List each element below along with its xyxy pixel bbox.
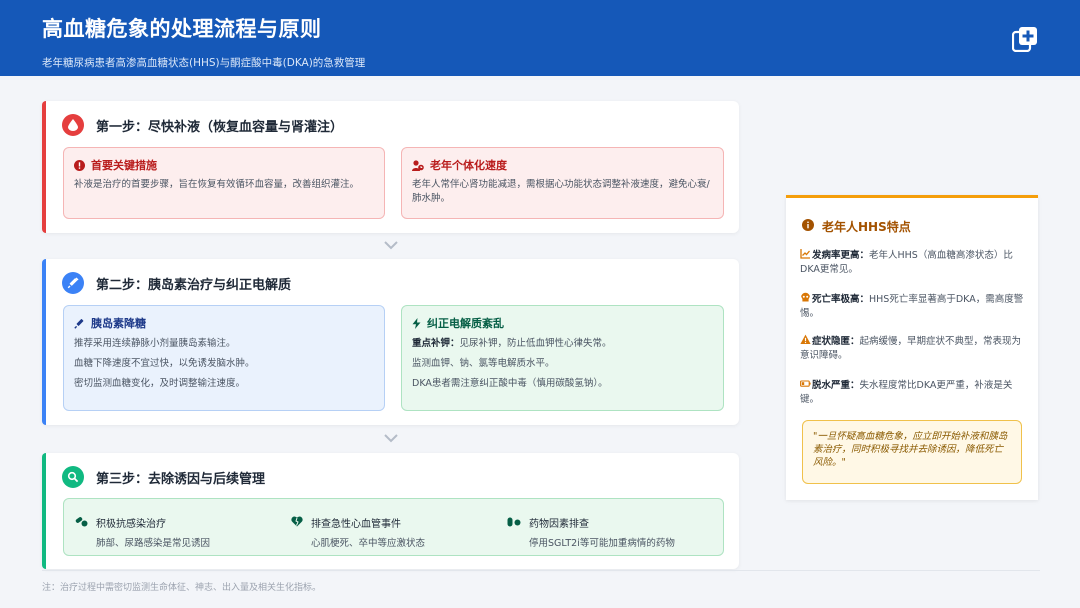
feature-hidden-symptoms: 症状隐匿：起病缓慢，早期症状不典型，常表现为意识障碍。 bbox=[800, 334, 1026, 363]
step-2-electrolyte-box: 纠正电解质紊乱 重点补钾：见尿补钾，防止低血钾性心律失常。 监测血钾、钠、氯等电… bbox=[401, 305, 724, 411]
page-subtitle: 老年糖尿病患者高渗高血糖状态(HHS)与酮症酸中毒(DKA)的急救管理 bbox=[42, 57, 366, 69]
hhs-quote: "一旦怀疑高血糖危象，应立即开始补液和胰岛素治疗，同时积极寻找并去除诱因，降低死… bbox=[802, 420, 1022, 484]
step-3-item-1-title: 积极抗感染治疗 bbox=[96, 519, 166, 530]
step-3-item-1-desc: 肺部、尿路感染是常见诱因 bbox=[96, 538, 211, 549]
footer-divider bbox=[42, 570, 1040, 571]
electrolyte-lead: 重点补钾： bbox=[412, 338, 460, 349]
electrolyte-line-2: 监测血钾、钠、氯等电解质水平。 bbox=[412, 358, 555, 369]
chevron-down-icon bbox=[384, 241, 398, 250]
elderly-speed-text: 老年人常伴心肾功能减退，需根据心功能状态调整补液速度，避免心衰/肺水肿。 bbox=[412, 179, 710, 204]
hhs-panel-header: 老年人HHS特点 bbox=[802, 218, 911, 235]
search-icon bbox=[62, 466, 84, 488]
feature-dehydration: 脱水严重：失水程度常比DKA更严重，补液是关键。 bbox=[800, 378, 1026, 407]
chart-line-icon bbox=[800, 249, 810, 259]
medical-plus-icon bbox=[1012, 27, 1037, 52]
insulin-title: 胰岛素降糖 bbox=[91, 317, 146, 330]
key-measure-text: 补液是治疗的首要步骤，旨在恢复有效循环血容量，改善组织灌注。 bbox=[74, 179, 360, 190]
step-3-item-cardio: 排查急性心血管事件 心肌梗死、卒中等应激状态 bbox=[291, 515, 425, 549]
step-2-title: 第二步：胰岛素治疗与纠正电解质 bbox=[96, 277, 292, 293]
syringe-small-icon bbox=[74, 318, 84, 329]
step-1-header: 第一步：尽快补液（恢复血容量与肾灌注） bbox=[62, 114, 343, 136]
chevron-down-icon bbox=[384, 434, 398, 443]
electrolyte-line-1: 重点补钾：见尿补钾，防止低血钾性心律失常。 bbox=[412, 337, 713, 351]
step-3-item-infection: 积极抗感染治疗 肺部、尿路感染是常见诱因 bbox=[75, 515, 210, 549]
step-3-item-2-title: 排查急性心血管事件 bbox=[311, 519, 401, 530]
footnote: 注：治疗过程中需密切监测生命体征、神志、出入量及相关生化指标。 bbox=[42, 583, 322, 593]
step-3-item-3-desc: 停用SGLT2i等可能加重病情的药物 bbox=[529, 538, 675, 549]
step-2-card: 第二步：胰岛素治疗与纠正电解质 胰岛素降糖 推荐采用连续静脉小剂量胰岛素输注。 … bbox=[42, 259, 739, 425]
step-3-item-drug: 药物因素排查 停用SGLT2i等可能加重病情的药物 bbox=[507, 515, 675, 549]
step-1-title: 第一步：尽快补液（恢复血容量与肾灌注） bbox=[96, 119, 344, 135]
step-3-accent bbox=[42, 453, 46, 569]
skull-icon bbox=[801, 292, 810, 302]
warning-icon bbox=[800, 334, 811, 344]
step-3-card: 第三步：去除诱因与后续管理 积极抗感染治疗 肺部、尿路感染是常见诱因 排查急性心… bbox=[42, 453, 739, 569]
hhs-features-panel: 老年人HHS特点 发病率更高：老年人HHS（高血糖高渗状态）比DKA更常见。 死… bbox=[786, 195, 1038, 500]
feature-2-label: 死亡率极高： bbox=[812, 294, 870, 305]
user-clock-icon bbox=[412, 159, 424, 171]
electrolyte-title: 纠正电解质紊乱 bbox=[427, 317, 504, 330]
insulin-line-3: 密切监测血糖变化，及时调整输注速度。 bbox=[74, 378, 246, 389]
step-1-accent bbox=[42, 101, 46, 233]
feature-mortality: 死亡率极高：HHS死亡率显著高于DKA，需高度警惕。 bbox=[800, 292, 1026, 321]
feature-3-label: 症状隐匿： bbox=[812, 336, 860, 347]
step-3-title: 第三步：去除诱因与后续管理 bbox=[96, 471, 266, 487]
blood-drop-icon bbox=[62, 114, 84, 136]
feature-1-label: 发病率更高： bbox=[812, 250, 870, 261]
step-3-header: 第三步：去除诱因与后续管理 bbox=[62, 466, 265, 488]
capsules-icon bbox=[507, 517, 521, 527]
alert-circle-icon bbox=[74, 159, 85, 171]
page-title: 高血糖危象的处理流程与原则 bbox=[42, 17, 322, 41]
step-1-elderly-speed-box: 老年个体化速度 老年人常伴心肾功能减退，需根据心功能状态调整补液速度，避免心衰/… bbox=[401, 147, 724, 219]
insulin-line-1: 推荐采用连续静脉小剂量胰岛素输注。 bbox=[74, 338, 236, 349]
electrolyte-line-3: DKA患者需注意纠正酸中毒（慎用碳酸氢钠）。 bbox=[412, 378, 608, 389]
lightning-bolt-icon bbox=[412, 317, 421, 329]
step-3-item-2-desc: 心肌梗死、卒中等应激状态 bbox=[311, 538, 426, 549]
electrolyte-line-1-text: 见尿补钾，防止低血钾性心律失常。 bbox=[459, 338, 612, 349]
feature-4-label: 脱水严重： bbox=[812, 380, 860, 391]
pills-icon bbox=[75, 517, 88, 527]
step-2-accent bbox=[42, 259, 46, 425]
insulin-line-2: 血糖下降速度不宜过快，以免诱发脑水肿。 bbox=[74, 358, 255, 369]
step-1-card: 第一步：尽快补液（恢复血容量与肾灌注） 首要关键措施 补液是治疗的首要步骤，旨在… bbox=[42, 101, 739, 233]
step-3-item-3-title: 药物因素排查 bbox=[529, 519, 589, 530]
step-3-items-box: 积极抗感染治疗 肺部、尿路感染是常见诱因 排查急性心血管事件 心肌梗死、卒中等应… bbox=[63, 498, 724, 556]
header: 高血糖危象的处理流程与原则 老年糖尿病患者高渗高血糖状态(HHS)与酮症酸中毒(… bbox=[0, 0, 1080, 76]
battery-low-icon bbox=[800, 380, 811, 387]
elderly-speed-title: 老年个体化速度 bbox=[430, 159, 507, 172]
step-2-header: 第二步：胰岛素治疗与纠正电解质 bbox=[62, 272, 291, 294]
step-1-key-measure-box: 首要关键措施 补液是治疗的首要步骤，旨在恢复有效循环血容量，改善组织灌注。 bbox=[63, 147, 385, 219]
step-2-insulin-box: 胰岛素降糖 推荐采用连续静脉小剂量胰岛素输注。 血糖下降速度不宜过快，以免诱发脑… bbox=[63, 305, 385, 411]
key-measure-title: 首要关键措施 bbox=[91, 159, 157, 172]
feature-incidence: 发病率更高：老年人HHS（高血糖高渗状态）比DKA更常见。 bbox=[800, 248, 1026, 277]
info-circle-icon bbox=[802, 219, 814, 234]
hhs-panel-title: 老年人HHS特点 bbox=[822, 220, 911, 234]
heart-broken-icon bbox=[291, 516, 303, 527]
syringe-icon bbox=[62, 272, 84, 294]
